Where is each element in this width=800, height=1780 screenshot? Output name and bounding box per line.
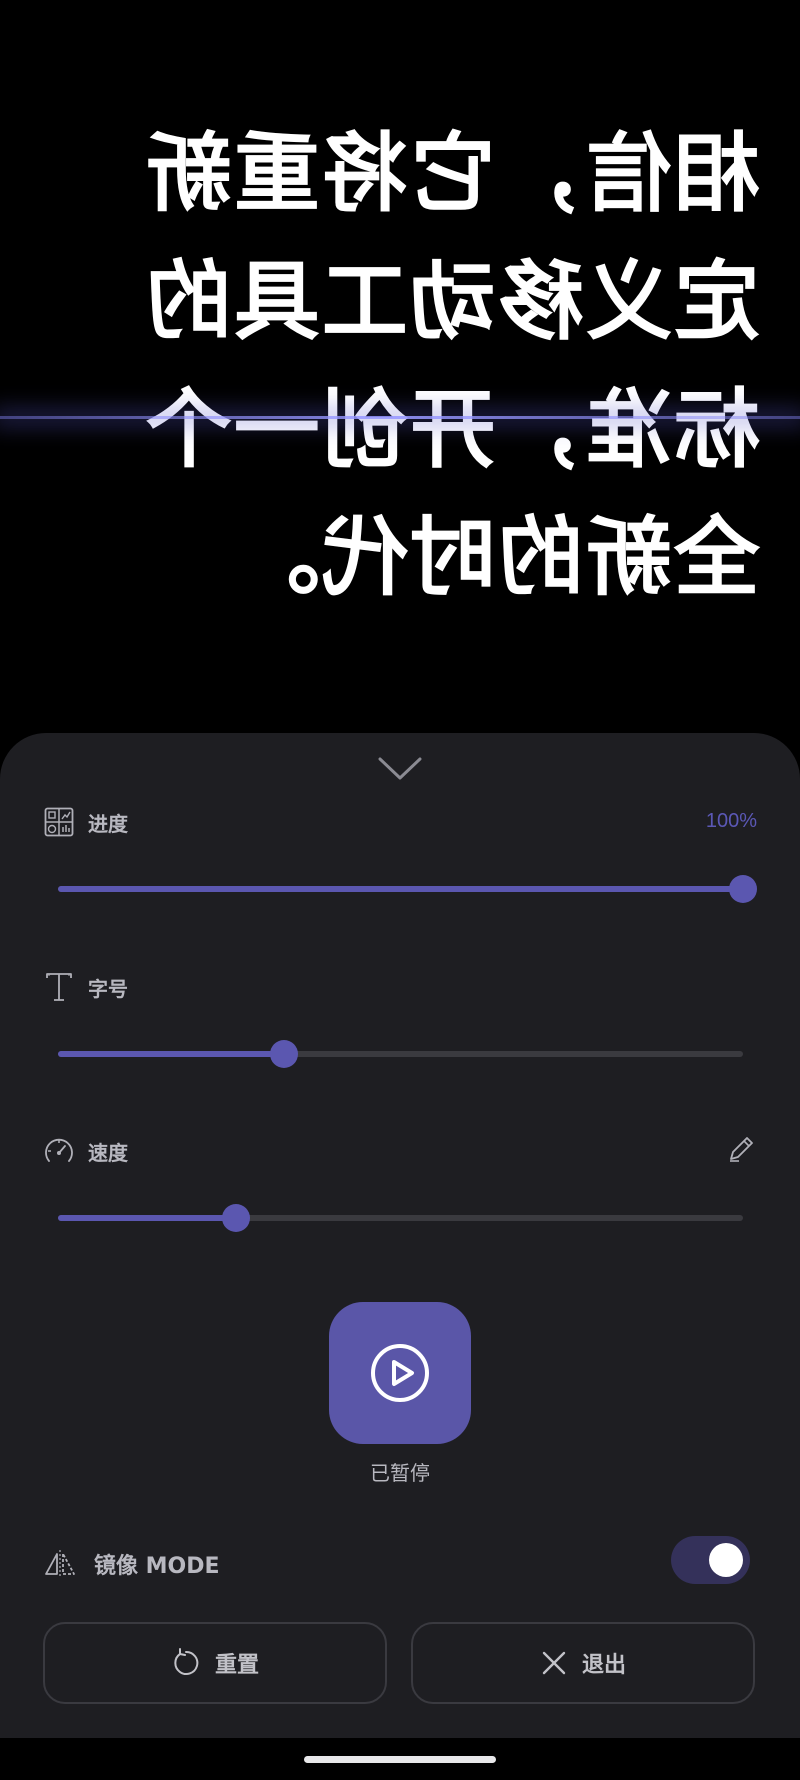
font-size-row: 字号 xyxy=(42,969,128,1005)
reset-button-label: 重置 xyxy=(214,1653,259,1678)
mirror-mode-toggle[interactable] xyxy=(671,1536,750,1584)
reading-focus-line xyxy=(0,416,800,419)
playback-status: 已暂停 xyxy=(370,1461,430,1485)
exit-button[interactable]: 退出 xyxy=(411,1622,755,1704)
speedometer-icon xyxy=(42,1134,76,1168)
collapse-panel-button[interactable] xyxy=(372,751,428,787)
speed-row: 速度 xyxy=(42,1133,128,1169)
speed-slider-fill xyxy=(58,1215,237,1221)
teleprompter-screen: 相信，它将重新定义移动工具的标准，开创一个全新的时代。 进度 100% 字号 速… xyxy=(0,0,800,1780)
speed-slider-thumb[interactable] xyxy=(222,1204,251,1232)
progress-value: 100% xyxy=(705,810,757,832)
dashboard-grid-icon xyxy=(42,805,76,839)
mirror-flip-icon xyxy=(42,1548,78,1580)
progress-slider-fill xyxy=(58,886,743,892)
speed-label: 速度 xyxy=(88,1140,128,1165)
refresh-icon xyxy=(174,1648,199,1675)
font-size-slider-fill xyxy=(58,1051,285,1057)
play-button[interactable] xyxy=(329,1302,471,1444)
prompter-text: 相信，它将重新定义移动工具的标准，开创一个全新的时代。 xyxy=(144,124,760,608)
prompter-display: 相信，它将重新定义移动工具的标准，开创一个全新的时代。 xyxy=(0,0,800,735)
progress-slider[interactable] xyxy=(58,875,757,903)
toggle-knob xyxy=(709,1543,743,1577)
play-circle-icon xyxy=(371,1344,429,1402)
progress-slider-thumb[interactable] xyxy=(729,875,757,903)
pencil-icon xyxy=(730,1137,753,1162)
control-panel: 进度 100% 字号 速度 已暂停 镜像 MODE 重置 退出 xyxy=(0,733,800,1780)
reset-button[interactable]: 重置 xyxy=(43,1622,387,1704)
edit-speed-button[interactable] xyxy=(725,1133,757,1165)
progress-label: 进度 xyxy=(88,811,128,836)
close-icon xyxy=(542,1651,566,1675)
speed-slider[interactable] xyxy=(58,1204,743,1232)
mirror-mode-row: 镜像 MODE xyxy=(42,1544,220,1584)
exit-button-label: 退出 xyxy=(581,1653,626,1678)
font-size-slider-thumb[interactable] xyxy=(270,1040,299,1068)
text-type-icon xyxy=(42,970,76,1004)
mirror-mode-label: 镜像 MODE xyxy=(94,1554,220,1579)
font-size-label: 字号 xyxy=(88,976,128,1001)
font-size-slider[interactable] xyxy=(58,1040,743,1068)
chevron-down-icon xyxy=(378,757,422,780)
progress-row: 进度 xyxy=(42,804,128,840)
home-indicator[interactable] xyxy=(304,1756,496,1763)
